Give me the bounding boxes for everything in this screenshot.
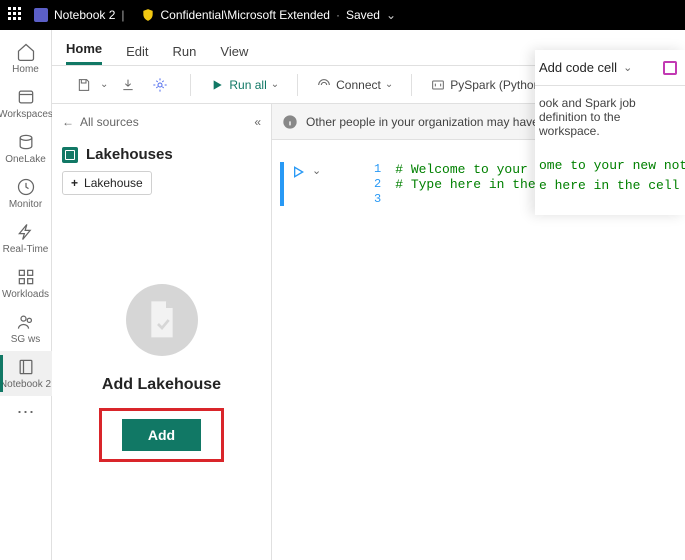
left-navigation-rail: Home Workspaces OneLake Monitor Real-Tim…	[0, 30, 52, 560]
arrow-left-icon: ←	[62, 115, 74, 129]
floating-panel: Add code cell ⌄ ook and Spark job defini…	[535, 50, 685, 215]
rail-workspace-sg[interactable]: SG ws	[0, 306, 52, 351]
tab-edit[interactable]: Edit	[126, 38, 148, 65]
sidebar-empty-state: Add Lakehouse Add	[52, 205, 271, 560]
title-bar: Notebook 2 | Confidential\Microsoft Exte…	[0, 0, 685, 30]
save-button[interactable]: ⌄	[70, 73, 114, 97]
tab-home[interactable]: Home	[66, 35, 102, 65]
collapse-sidebar-icon[interactable]: «	[254, 115, 261, 129]
cell-gutter	[280, 162, 284, 206]
chevron-down-icon[interactable]: ⌄	[623, 61, 632, 74]
notebook-name[interactable]: Notebook 2	[54, 8, 115, 22]
tab-view[interactable]: View	[220, 38, 248, 65]
rail-monitor[interactable]: Monitor	[0, 171, 52, 216]
add-lakehouse-dropdown[interactable]: + Lakehouse	[62, 171, 152, 195]
copilot-icon[interactable]	[663, 61, 677, 75]
rail-notebook-current[interactable]: Notebook 2	[0, 351, 52, 396]
run-all-button[interactable]: Run all ⌄	[203, 73, 285, 97]
add-code-cell-button[interactable]: Add code cell	[539, 60, 617, 75]
empty-title: Add Lakehouse	[102, 376, 221, 394]
lakehouse-icon	[62, 147, 78, 163]
explorer-sidebar: ← All sources « Lakehouses + Lakehouse A…	[52, 104, 272, 560]
download-icon[interactable]	[114, 73, 146, 97]
rail-more[interactable]: ⋯	[17, 396, 35, 429]
chevron-down-icon[interactable]: ⌄	[386, 8, 396, 22]
connect-button[interactable]: Connect ⌄	[310, 73, 399, 97]
rail-home[interactable]: Home	[0, 36, 52, 81]
info-icon	[282, 114, 298, 130]
rail-onelake[interactable]: OneLake	[0, 126, 52, 171]
add-button-highlight: Add	[99, 408, 224, 462]
notebook-icon	[34, 8, 48, 22]
sensitivity-label[interactable]: Confidential\Microsoft Extended	[161, 8, 330, 22]
rail-realtime[interactable]: Real-Time	[0, 216, 52, 261]
plus-icon: +	[71, 176, 78, 190]
tab-run[interactable]: Run	[173, 38, 197, 65]
settings-icon[interactable]	[146, 73, 178, 97]
add-button[interactable]: Add	[122, 419, 201, 451]
run-cell-dropdown[interactable]: ⌄	[312, 164, 321, 177]
panel-code-preview: ome to your new not e here in the cell e	[535, 148, 685, 195]
rail-workloads[interactable]: Workloads	[0, 261, 52, 306]
panel-body-text: ook and Spark job definition to the work…	[535, 86, 685, 148]
document-check-icon	[126, 284, 198, 356]
sidebar-title: Lakehouses	[52, 140, 271, 171]
app-launcher-icon[interactable]	[8, 7, 24, 23]
rail-workspaces[interactable]: Workspaces	[0, 81, 52, 126]
back-all-sources[interactable]: ← All sources	[62, 115, 139, 129]
save-status: Saved	[346, 8, 380, 22]
shield-icon	[141, 8, 155, 22]
run-cell-button[interactable]	[290, 164, 306, 183]
